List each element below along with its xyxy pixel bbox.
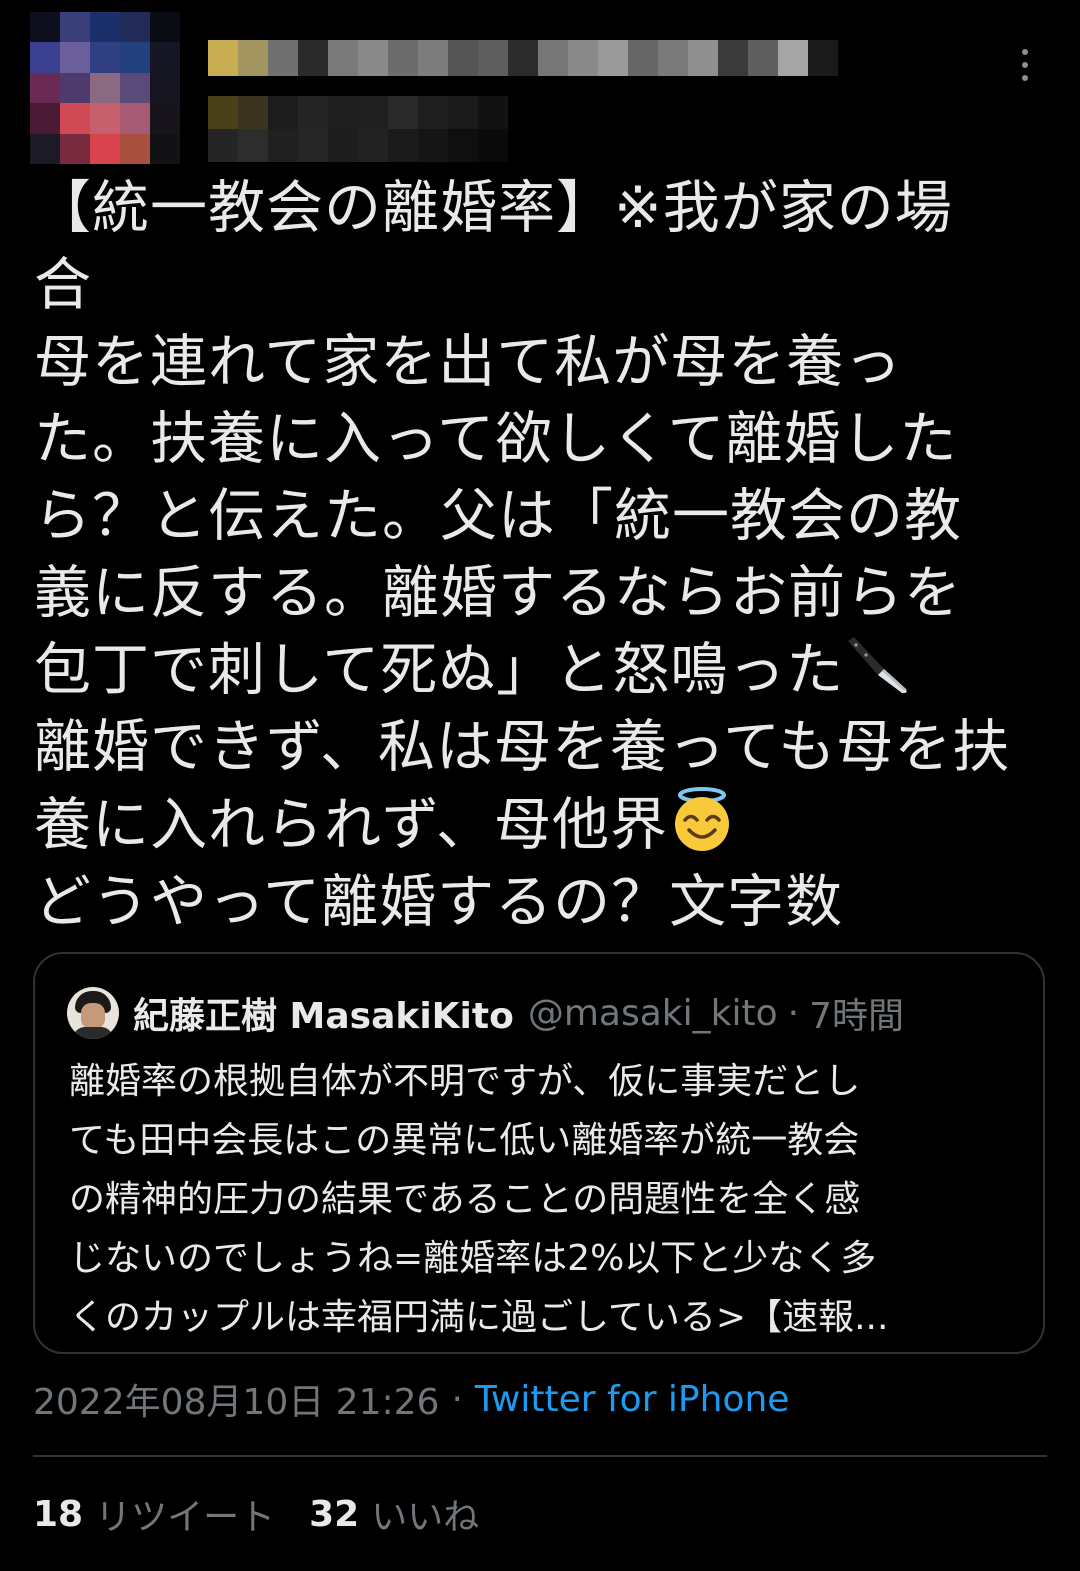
quote-text-line: じないのでしょうね=離婚率は2%以下と少なく多 [69,1238,877,1279]
kitchen-knife-emoji [848,637,907,693]
quote-header: 紀藤正樹 MasakiKito @masaki_kito · 7時間 [67,984,904,1042]
quote-separator: · [787,992,800,1034]
tweet-source-link[interactable]: Twitter for iPhone [475,1379,790,1420]
tweet-text-line: 合 [34,252,92,318]
tweet-text-segment: 養に入れられず、母他界 [34,792,669,858]
tweet-timestamp[interactable]: 2022年08月10日 21:26 [33,1373,439,1425]
quote-text-line: の精神的圧力の結果であることの問題性を全く感 [69,1179,861,1220]
retweets-label: リツイート [95,1497,276,1538]
tweet-text-line-knife: 包丁で刺して死ぬ」と怒鳴った [34,632,1064,709]
quote-text: 離婚率の根拠自体が不明ですが、仮に事実だとし ても田中会長はこの異常に低い離婚率… [69,1052,1019,1347]
retweets-stat[interactable]: 18 リツイート [33,1488,275,1540]
likes-label: いいね [371,1497,480,1538]
tweet-text-line: た。扶養に入って欲しくて離婚した [34,406,958,472]
quote-timestamp[interactable]: 7時間 [809,987,904,1039]
quote-author-name[interactable]: 紀藤正樹 MasakiKito [133,987,514,1039]
avatar-pixelated[interactable] [30,12,180,164]
tweet-text-segment: 包丁で刺して死ぬ」と怒鳴った [34,637,845,703]
tweet-stats: 18 リツイート 32 いいね [33,1486,479,1542]
tweet-text-line: 義に反する。離婚するならお前らを [34,560,962,626]
retweets-count: 18 [33,1493,84,1535]
tweet-text-line: 離婚できず、私は母を養っても母を扶 [34,714,1011,780]
tweet-text: 【統一教会の離婚率】※我が家の場 合 母を連れて家を出て私が母を養っ た。扶養に… [34,170,1064,941]
more-vertical-icon[interactable] [1000,40,1050,90]
display-name-blurred [208,40,838,76]
quote-text-line: くのカップルは幸福円満に過ごしている>【速報... [69,1297,889,1338]
divider [33,1455,1047,1457]
quoted-tweet-card[interactable]: 紀藤正樹 MasakiKito @masaki_kito · 7時間 離婚率の根… [33,952,1045,1354]
tweet-header [0,0,1080,170]
likes-count: 32 [309,1493,360,1535]
tweet-text-line: どうやって離婚するの？文字数 [34,869,844,935]
tweet-text-line-halo: 養に入れられず、母他界 [34,786,1064,864]
quote-avatar[interactable] [67,987,119,1039]
likes-stat[interactable]: 32 いいね [309,1488,479,1540]
meta-separator: · [451,1378,463,1420]
tweet-meta: 2022年08月10日 21:26 · Twitter for iPhone [33,1372,789,1426]
tweet-text-line: ら？と伝えた。父は「統一教会の教 [34,483,962,549]
smiling-face-with-halo-emoji [675,787,730,851]
tweet-text-line: 母を連れて家を出て私が母を養っ [34,329,903,395]
tweet-text-line: 【統一教会の離婚率】※我が家の場 [34,175,953,241]
quote-text-line: 離婚率の根拠自体が不明ですが、仮に事実だとし [69,1061,861,1102]
quote-text-line: ても田中会長はこの異常に低い離婚率が統一教会 [69,1120,860,1161]
quote-author-handle[interactable]: @masaki_kito [528,993,778,1034]
handle-blurred [208,96,508,162]
